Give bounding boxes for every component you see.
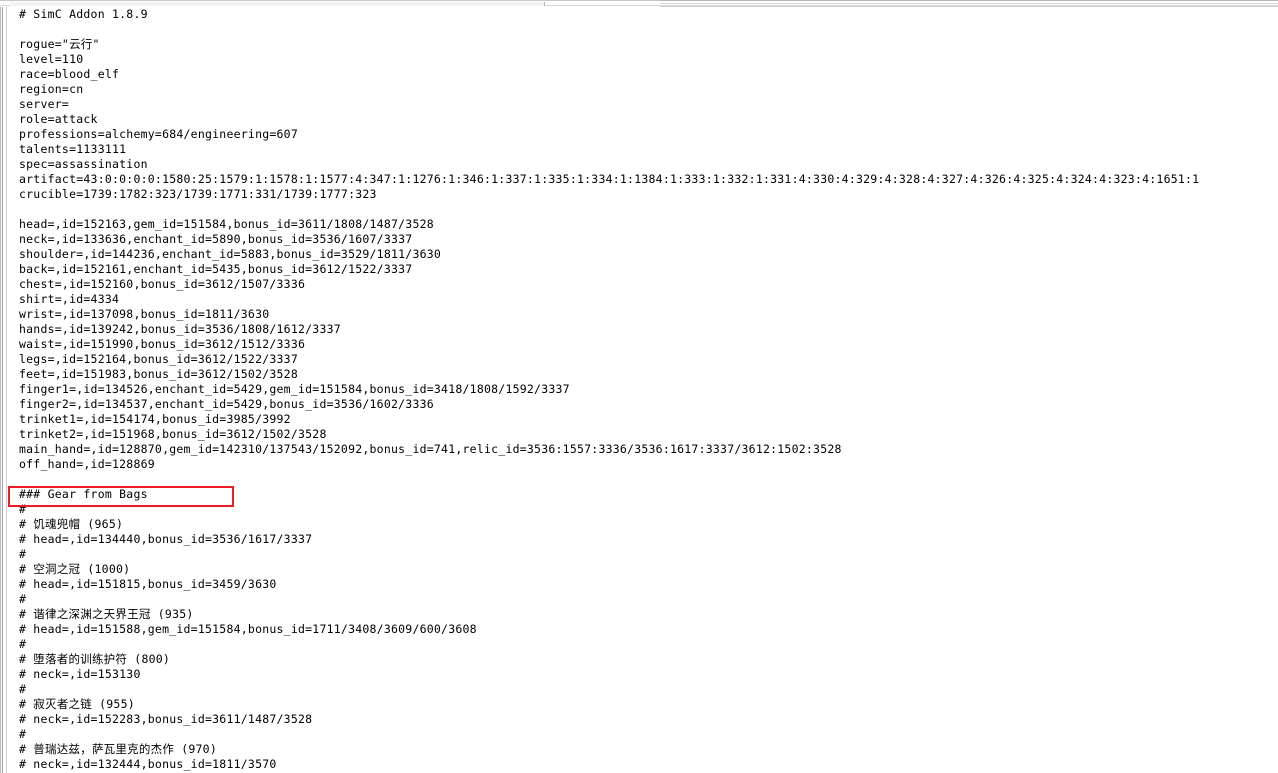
window-left-border-outer <box>0 7 1 773</box>
code-line: # <box>19 637 27 651</box>
code-line: region=cn <box>19 82 84 96</box>
code-line: talents=1133111 <box>19 142 127 156</box>
code-line: trinket2=,id=151968,bonus_id=3612/1502/3… <box>19 427 327 441</box>
window-left-border-inner <box>2 7 3 773</box>
code-line: trinket1=,id=154174,bonus_id=3985/3992 <box>19 412 291 426</box>
textarea-left-border <box>6 7 7 773</box>
code-line: role=attack <box>19 112 98 126</box>
code-line: # neck=,id=132444,bonus_id=1811/3570 <box>19 757 277 771</box>
code-line: back=,id=152161,enchant_id=5435,bonus_id… <box>19 262 413 276</box>
code-line: chest=,id=152160,bonus_id=3612/1507/3336 <box>19 277 306 291</box>
code-line: # <box>19 547 27 561</box>
horizontal-scrollbar-thumb-highlight <box>10 1 545 2</box>
code-line: # head=,id=151815,bonus_id=3459/3630 <box>19 577 277 591</box>
code-line: # <box>19 682 27 696</box>
code-line: # 堕落者的训练护符 (800) <box>19 652 171 666</box>
code-text-area[interactable]: # SimC Addon 1.8.9 rogue="云行" level=110 ra… <box>8 7 1278 773</box>
code-line: # <box>19 727 27 741</box>
code-line: feet=,id=151983,bonus_id=3612/1502/3528 <box>19 367 298 381</box>
code-line: # 谐律之深渊之天界王冠 (935) <box>19 607 194 621</box>
code-line: # head=,id=134440,bonus_id=3536/1617/333… <box>19 532 313 546</box>
code-line: # neck=,id=152283,bonus_id=3611/1487/352… <box>19 712 313 726</box>
code-line: finger1=,id=134526,enchant_id=5429,gem_i… <box>19 382 570 396</box>
code-line: # 普瑞达兹，萨瓦里克的杰作 (970) <box>19 742 217 756</box>
window-top-rule-b <box>660 3 1278 4</box>
text-editor-window: # SimC Addon 1.8.9 rogue="云行" level=110 ra… <box>0 0 1278 773</box>
code-line: server= <box>19 97 70 111</box>
code-line: artifact=43:0:0:0:0:1580:25:1579:1:1578:… <box>19 172 1200 186</box>
code-line: ### Gear from Bags <box>19 487 148 501</box>
code-line: # neck=,id=153130 <box>19 667 141 681</box>
code-line: # <box>19 502 27 516</box>
code-line: shoulder=,id=144236,enchant_id=5883,bonu… <box>19 247 442 261</box>
window-top-rule-a <box>660 0 1278 1</box>
code-line: # 饥魂兜帽 (965) <box>19 517 124 531</box>
code-line: # 空洞之冠 (1000) <box>19 562 131 576</box>
code-line: rogue="云行" <box>19 37 100 51</box>
code-line: off_hand=,id=128869 <box>19 457 155 471</box>
code-line: crucible=1739:1782:323/1739:1771:331/173… <box>19 187 377 201</box>
code-line: race=blood_elf <box>19 67 120 81</box>
code-line: professions=alchemy=684/engineering=607 <box>19 127 298 141</box>
code-line-list: # SimC Addon 1.8.9 rogue="云行" level=110 ra… <box>8 7 1278 772</box>
code-line: # <box>19 592 27 606</box>
code-line: neck=,id=133636,enchant_id=5890,bonus_id… <box>19 232 413 246</box>
code-line: legs=,id=152164,bonus_id=3612/1522/3337 <box>19 352 298 366</box>
code-line: # head=,id=151588,gem_id=151584,bonus_id… <box>19 622 477 636</box>
code-line: wrist=,id=137098,bonus_id=1811/3630 <box>19 307 270 321</box>
code-line: waist=,id=151990,bonus_id=3612/1512/3336 <box>19 337 306 351</box>
code-line: # 寂灭者之链 (955) <box>19 697 135 711</box>
code-line: main_hand=,id=128870,gem_id=142310/13754… <box>19 442 842 456</box>
code-line: head=,id=152163,gem_id=151584,bonus_id=3… <box>19 217 434 231</box>
code-line: hands=,id=139242,bonus_id=3536/1808/1612… <box>19 322 341 336</box>
code-line: # SimC Addon 1.8.9 <box>19 7 148 21</box>
code-line: spec=assassination <box>19 157 148 171</box>
code-line: finger2=,id=134537,enchant_id=5429,bonus… <box>19 397 434 411</box>
code-line: shirt=,id=4334 <box>19 292 120 306</box>
code-line: level=110 <box>19 52 84 66</box>
